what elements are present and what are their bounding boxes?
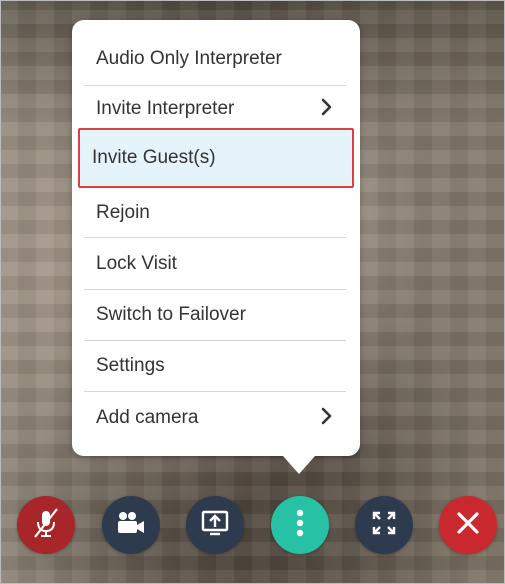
more-options-button[interactable] — [271, 496, 329, 554]
video-camera-icon — [113, 508, 149, 543]
menu-item-label: Settings — [96, 355, 165, 376]
menu-item-lock-visit[interactable]: Lock Visit — [84, 239, 346, 289]
more-options-menu: Audio Only Interpreter Invite Interprete… — [72, 20, 360, 474]
menu-item-label: Rejoin — [96, 202, 150, 223]
share-screen-button[interactable] — [186, 496, 244, 554]
menu-item-invite-interpreter[interactable]: Invite Interpreter — [84, 84, 346, 134]
menu-item-label: Switch to Failover — [96, 304, 246, 325]
menu-item-invite-guests[interactable]: Invite Guest(s) — [78, 128, 354, 188]
menu-item-label: Invite Interpreter — [96, 98, 235, 119]
end-call-icon — [454, 509, 482, 542]
menu-item-switch-to-failover[interactable]: Switch to Failover — [84, 290, 346, 340]
end-call-button[interactable] — [439, 496, 497, 554]
menu-item-rejoin[interactable]: Rejoin — [84, 188, 346, 238]
menu-item-label: Lock Visit — [96, 253, 177, 274]
menu-item-label: Add camera — [96, 407, 199, 428]
menu-divider — [84, 237, 346, 238]
menu-item-add-camera[interactable]: Add camera — [84, 393, 346, 443]
camera-button[interactable] — [102, 496, 160, 554]
chevron-right-icon — [320, 96, 334, 122]
fullscreen-button[interactable] — [355, 496, 413, 554]
menu-item-label: Invite Guest(s) — [92, 147, 216, 168]
more-options-icon — [295, 508, 305, 543]
chevron-right-icon — [320, 405, 334, 431]
menu-item-audio-only-interpreter[interactable]: Audio Only Interpreter — [84, 34, 346, 84]
menu-item-settings[interactable]: Settings — [84, 341, 346, 391]
menu-divider — [84, 391, 346, 392]
microphone-muted-icon — [29, 506, 63, 545]
share-screen-icon — [199, 507, 231, 544]
menu-item-label: Audio Only Interpreter — [96, 48, 282, 69]
mute-microphone-button[interactable] — [17, 496, 75, 554]
fullscreen-icon — [369, 508, 399, 543]
